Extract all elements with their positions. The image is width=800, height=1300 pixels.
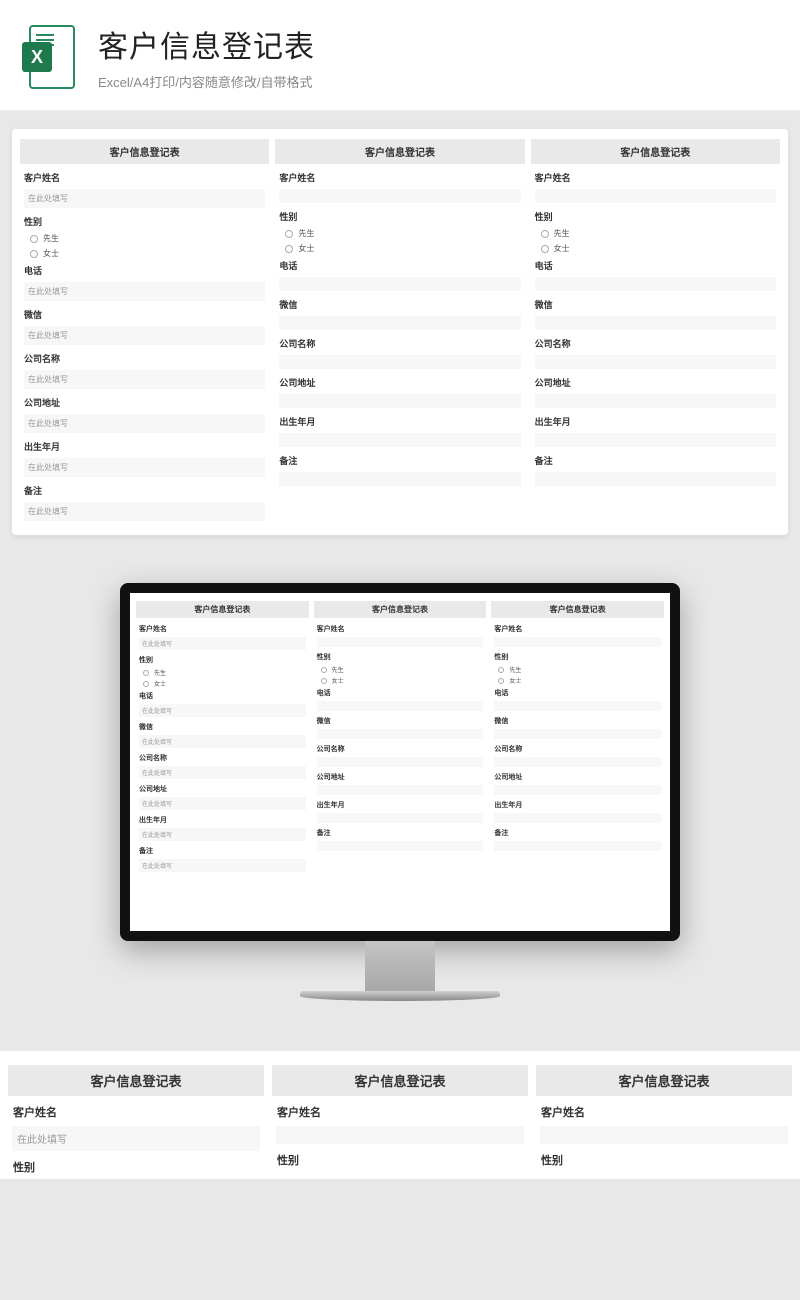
form-heading: 客户信息登记表 <box>8 1065 264 1096</box>
input-wechat[interactable] <box>535 316 776 330</box>
input-company[interactable] <box>279 355 520 369</box>
template-detail-strip: 客户信息登记表 客户姓名 在此处填写 性别 客户信息登记表 客户姓名 性别 客户… <box>0 1051 800 1179</box>
input-address[interactable] <box>535 394 776 408</box>
form-heading: 客户信息登记表 <box>275 139 524 164</box>
page-title: 客户信息登记表 <box>98 22 780 66</box>
input-wechat[interactable]: 在此处填写 <box>24 326 265 345</box>
input-name[interactable] <box>279 189 520 203</box>
input-name[interactable] <box>276 1126 524 1144</box>
label-address: 公司地址 <box>20 393 269 412</box>
label-name: 客户姓名 <box>8 1100 264 1124</box>
label-gender: 性别 <box>8 1155 264 1179</box>
label-birth: 出生年月 <box>20 437 269 456</box>
form-column-3: 客户信息登记表 客户姓名 性别 先生 女士 电话 微信 公司名称 公司地址 出生… <box>531 139 780 525</box>
radio-female[interactable]: 女士 <box>531 241 780 256</box>
input-company[interactable]: 在此处填写 <box>24 370 265 389</box>
input-phone[interactable] <box>279 277 520 291</box>
radio-female[interactable]: 女士 <box>20 246 269 261</box>
label-gender: 性别 <box>20 212 269 231</box>
input-remark[interactable] <box>535 472 776 486</box>
input-address[interactable] <box>279 394 520 408</box>
page-subtitle: Excel/A4打印/内容随意修改/自带格式 <box>98 72 780 91</box>
radio-icon <box>30 250 38 258</box>
input-name[interactable] <box>540 1126 788 1144</box>
input-phone[interactable] <box>535 277 776 291</box>
input-name[interactable] <box>535 189 776 203</box>
template-header: X 客户信息登记表 Excel/A4打印/内容随意修改/自带格式 <box>0 0 800 111</box>
monitor-mockup: 客户信息登记表 客户姓名在此处填写 性别 先生 女士 电话在此处填写 微信在此处… <box>0 553 800 1051</box>
monitor-base-icon <box>300 991 500 1001</box>
label-name: 客户姓名 <box>20 168 269 187</box>
input-phone[interactable]: 在此处填写 <box>24 282 265 301</box>
form-column-2: 客户信息登记表 客户姓名 性别 先生 女士 电话 微信 公司名称 公司地址 出生… <box>275 139 524 525</box>
input-address[interactable]: 在此处填写 <box>24 414 265 433</box>
label-company: 公司名称 <box>20 349 269 368</box>
form-column-1: 客户信息登记表 客户姓名 在此处填写 性别 先生 女士 电话 在此处填写 微信 … <box>20 139 269 525</box>
label-remark: 备注 <box>20 481 269 500</box>
input-name[interactable]: 在此处填写 <box>24 189 265 208</box>
radio-male[interactable]: 先生 <box>275 226 524 241</box>
label-wechat: 微信 <box>20 305 269 324</box>
excel-icon: X <box>20 22 80 92</box>
input-remark[interactable]: 在此处填写 <box>24 502 265 521</box>
radio-icon <box>30 235 38 243</box>
template-preview-card: 客户信息登记表 客户姓名 在此处填写 性别 先生 女士 电话 在此处填写 微信 … <box>12 129 788 535</box>
input-remark[interactable] <box>279 472 520 486</box>
monitor-stand-icon <box>365 941 435 991</box>
svg-text:X: X <box>31 47 43 67</box>
input-birth[interactable] <box>279 433 520 447</box>
form-heading: 客户信息登记表 <box>20 139 269 164</box>
radio-male[interactable]: 先生 <box>20 231 269 246</box>
input-wechat[interactable] <box>279 316 520 330</box>
input-name[interactable]: 在此处填写 <box>12 1126 260 1151</box>
input-company[interactable] <box>535 355 776 369</box>
input-birth[interactable]: 在此处填写 <box>24 458 265 477</box>
radio-male[interactable]: 先生 <box>531 226 780 241</box>
input-birth[interactable] <box>535 433 776 447</box>
label-phone: 电话 <box>20 261 269 280</box>
form-heading: 客户信息登记表 <box>531 139 780 164</box>
radio-female[interactable]: 女士 <box>275 241 524 256</box>
